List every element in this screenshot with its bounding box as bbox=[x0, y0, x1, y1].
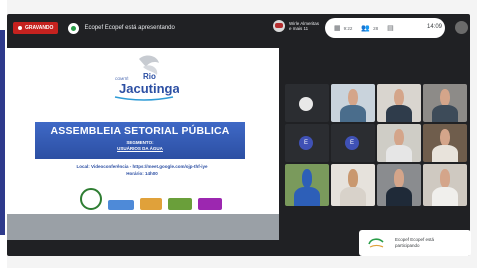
title-banner: ASSEMBLEIA SETORIAL PÚBLICA SEGMENTO: US… bbox=[35, 122, 245, 159]
shared-slide: COMITÊ Rio Jacutinga ASSEMBLEIA SETORIAL… bbox=[7, 48, 279, 240]
participant-body bbox=[431, 104, 459, 122]
participant-tile[interactable] bbox=[331, 164, 375, 206]
participant-tile[interactable] bbox=[377, 124, 421, 162]
clock: 14:09 bbox=[427, 24, 443, 30]
participant-body bbox=[339, 104, 367, 122]
participant-body bbox=[385, 187, 413, 206]
participant-tile[interactable]: E bbox=[285, 124, 329, 162]
slide-footer bbox=[7, 214, 279, 240]
presenter-avatar-icon bbox=[68, 22, 80, 34]
participant-grid: E E bbox=[285, 84, 467, 226]
participant-tile[interactable]: E bbox=[331, 124, 375, 162]
svg-text:Rio: Rio bbox=[143, 72, 156, 81]
participant-initial: E bbox=[299, 136, 313, 150]
participant-body bbox=[293, 187, 321, 206]
toolbar-num-1: 9:22 bbox=[343, 25, 353, 31]
participant-tile[interactable] bbox=[285, 84, 329, 122]
participant-body bbox=[339, 187, 367, 206]
notification-text: Ecopef Ecopef está participando bbox=[395, 237, 435, 248]
attendee-avatar bbox=[273, 20, 285, 32]
participant-tile[interactable] bbox=[285, 164, 329, 206]
participant-initial: E bbox=[345, 136, 359, 150]
partner-logo-4 bbox=[168, 198, 192, 210]
participant-face bbox=[393, 88, 405, 106]
participant-tile[interactable] bbox=[377, 164, 421, 206]
participant-face bbox=[439, 88, 451, 106]
participant-tile[interactable] bbox=[331, 84, 375, 122]
partner-logo-1 bbox=[80, 188, 102, 210]
attendee-text: Wirle Almeritas e mais 11 bbox=[289, 21, 320, 31]
participant-body bbox=[431, 144, 459, 162]
participant-tile[interactable] bbox=[423, 84, 467, 122]
toolbar-num-2: 28 bbox=[373, 25, 379, 31]
participant-face bbox=[301, 169, 313, 188]
partner-logo-3 bbox=[140, 198, 162, 210]
grid-icon[interactable]: ▦ bbox=[334, 24, 341, 32]
partner-logos bbox=[80, 188, 222, 210]
participant-body bbox=[385, 144, 413, 162]
attendee-summary[interactable]: Wirle Almeritas e mais 11 bbox=[273, 20, 319, 32]
location-text: Local: Videoconferência - https://meet.g… bbox=[76, 164, 208, 169]
recording-badge: GRAVANDO bbox=[13, 22, 59, 34]
participant-face bbox=[393, 169, 405, 188]
participant-face bbox=[347, 88, 359, 106]
join-notification: Ecopef Ecopef está participando bbox=[359, 230, 471, 256]
participant-body bbox=[385, 104, 413, 122]
ecopef-logo-icon bbox=[368, 238, 384, 248]
presenter-text: Ecopef Ecopef está apresentando bbox=[84, 25, 175, 31]
assembly-title: ASSEMBLEIA SETORIAL PÚBLICA bbox=[50, 125, 230, 137]
participant-avatar bbox=[299, 97, 313, 111]
meet-window: GRAVANDO Ecopef Ecopef está apresentando… bbox=[7, 14, 471, 256]
recording-label: GRAVANDO bbox=[25, 25, 54, 31]
comite-logo: COMITÊ Rio Jacutinga bbox=[114, 55, 179, 101]
participant-body bbox=[431, 187, 459, 206]
participant-face bbox=[439, 128, 451, 146]
participant-tile[interactable] bbox=[377, 84, 421, 122]
time-text: Horário: 14h00 bbox=[126, 171, 158, 176]
partner-logo-5 bbox=[198, 198, 222, 210]
partner-logo-2 bbox=[108, 200, 134, 210]
segment-value: USUÁRIOS DA ÁGUA bbox=[117, 146, 163, 151]
left-edge-strip bbox=[0, 0, 7, 268]
self-avatar[interactable] bbox=[455, 21, 468, 34]
participant-face bbox=[347, 169, 359, 188]
segment-label: SEGMENTO: bbox=[126, 140, 154, 145]
participant-tile[interactable] bbox=[423, 124, 467, 162]
chat-icon[interactable]: ▤ bbox=[387, 24, 394, 32]
svg-text:Jacutinga: Jacutinga bbox=[119, 81, 179, 96]
people-icon[interactable]: 👥 bbox=[361, 24, 370, 32]
participant-tile[interactable] bbox=[423, 164, 467, 206]
participant-face bbox=[393, 128, 405, 146]
presenter-indicator: Ecopef Ecopef está apresentando bbox=[68, 22, 175, 34]
participant-face bbox=[439, 169, 451, 188]
record-dot-icon bbox=[18, 26, 22, 30]
